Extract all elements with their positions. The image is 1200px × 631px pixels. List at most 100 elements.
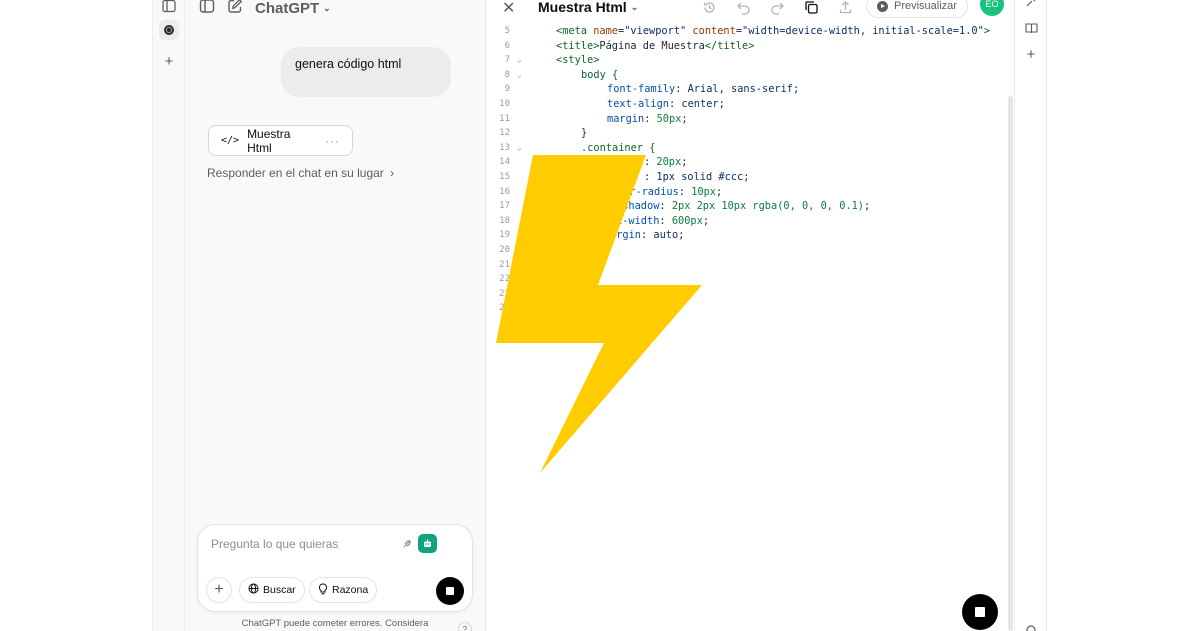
- line-number: 13: [499, 142, 510, 153]
- canvas-title: Muestra Html: [538, 0, 627, 15]
- chevron-down-icon: ⌄: [323, 2, 331, 13]
- code-line: 14: 20px;: [486, 155, 1015, 170]
- user-message: genera código html: [281, 47, 451, 97]
- model-title: ChatGPT: [255, 0, 320, 17]
- composer-extensions: [400, 534, 437, 553]
- code-line: 7 ⌄ <style>: [486, 53, 1015, 68]
- avatar[interactable]: EO: [980, 0, 1004, 16]
- code-line: 22: [486, 272, 1015, 287]
- code-line: 10 text-align: center;: [486, 97, 1015, 112]
- fold-chevron-icon[interactable]: ⌄: [517, 53, 522, 68]
- code-line: 6 <title>Página de Muestra</title>: [486, 39, 1015, 54]
- line-number: 15: [499, 171, 510, 182]
- line-number: 21: [499, 259, 510, 270]
- line-number: 17: [499, 201, 510, 212]
- book-icon[interactable]: [1023, 20, 1039, 36]
- fold-chevron-icon[interactable]: ⌄: [517, 68, 522, 83]
- line-number: 18: [499, 215, 510, 226]
- code-line: 11 margin: 50px;: [486, 112, 1015, 127]
- canvas-stop-button[interactable]: [962, 594, 998, 630]
- left-rail: +: [153, 0, 185, 631]
- disclaimer: ChatGPT puede cometer errores. Considera: [241, 618, 429, 629]
- openai-logo-icon[interactable]: [159, 20, 179, 40]
- respond-link-label: Responder en el chat en su lugar: [207, 166, 384, 180]
- line-number: 11: [499, 113, 510, 124]
- settings-icon[interactable]: [1023, 622, 1039, 631]
- preview-label: Previsualizar: [894, 0, 957, 12]
- model-selector[interactable]: ChatGPT ⌄: [255, 0, 331, 17]
- code-line: 16 er-radius: 10px;: [486, 185, 1015, 200]
- code-line: 15: 1px solid #ccc;: [486, 170, 1015, 185]
- play-icon: [877, 0, 888, 12]
- line-number: 7: [504, 55, 510, 66]
- history-icon[interactable]: [700, 0, 718, 16]
- code-line: 19 argin: auto;: [486, 228, 1015, 243]
- reason-button[interactable]: Razona: [309, 577, 378, 603]
- tools-icon[interactable]: [1023, 0, 1039, 10]
- code-line: 8 ⌄ body {: [486, 68, 1015, 83]
- copy-icon[interactable]: [802, 0, 820, 16]
- more-options-icon[interactable]: ···: [325, 134, 340, 148]
- bot-extension-icon[interactable]: [418, 534, 437, 553]
- composer-input[interactable]: Pregunta lo que quieras: [211, 537, 338, 551]
- code-line: 24: [486, 301, 1015, 316]
- code-editor[interactable]: 5 <meta name="viewport" content="width=de…: [486, 24, 1015, 316]
- code-line: 12}: [486, 126, 1015, 141]
- app-window: + ChatGPT ⌄ genera código html </> Muest…: [153, 0, 1046, 631]
- canvas-chip-button[interactable]: </> Muestra Html ···: [208, 125, 353, 156]
- line-number: 19: [499, 230, 510, 241]
- code-line: 17 -shadow: 2px 2px 10px rgba(0, 0, 0, 0.…: [486, 199, 1015, 214]
- preview-button[interactable]: Previsualizar: [866, 0, 968, 18]
- right-rail: +: [1014, 0, 1046, 631]
- code-line: 18 x-width: 600px;: [486, 214, 1015, 229]
- composer: Pregunta lo que quieras + Buscar Razona: [197, 524, 473, 612]
- close-icon[interactable]: ✕: [502, 0, 515, 18]
- chat-header: ChatGPT ⌄: [199, 0, 331, 20]
- code-line: 13 ⌄ .container {: [486, 141, 1015, 156]
- plus-icon: +: [214, 581, 224, 598]
- attach-button[interactable]: +: [206, 577, 232, 603]
- globe-icon: [248, 583, 259, 597]
- scrollbar[interactable]: [1008, 96, 1013, 631]
- redo-icon[interactable]: [768, 0, 786, 16]
- share-icon[interactable]: [836, 0, 854, 16]
- line-number: 20: [499, 244, 510, 255]
- code-line: 23: [486, 287, 1015, 302]
- chat-panel: ChatGPT ⌄ genera código html </> Muestra…: [185, 0, 485, 631]
- respond-in-chat-link[interactable]: Responder en el chat en su lugar ›: [207, 166, 394, 180]
- reason-label: Razona: [332, 584, 369, 596]
- stop-generating-button[interactable]: [436, 577, 464, 605]
- canvas-panel: ✕ Muestra Html ⌄ Previsualizar EO 5 <met…: [485, 0, 1014, 631]
- plus-icon[interactable]: +: [1023, 46, 1039, 63]
- plus-icon[interactable]: +: [159, 51, 179, 71]
- sidebar-panel-icon[interactable]: [199, 0, 215, 19]
- code-icon: </>: [221, 135, 240, 146]
- help-button[interactable]: ?: [458, 622, 472, 631]
- line-number: 24: [499, 303, 510, 314]
- line-number: 9: [504, 84, 510, 95]
- line-number: 23: [499, 288, 510, 299]
- line-number: 14: [499, 157, 510, 168]
- line-number: 8: [504, 69, 510, 80]
- sidebar-toggle-icon[interactable]: [159, 0, 179, 16]
- chevron-right-icon: ›: [390, 166, 395, 180]
- search-label: Buscar: [263, 584, 296, 596]
- code-line: 5 <meta name="viewport" content="width=de…: [486, 24, 1015, 39]
- fold-chevron-icon[interactable]: ⌄: [517, 141, 522, 156]
- line-number: 22: [499, 274, 510, 285]
- line-number: 16: [499, 186, 510, 197]
- code-line: 21 >: [486, 258, 1015, 273]
- lightbulb-icon: [318, 582, 328, 598]
- feather-icon[interactable]: [400, 537, 414, 551]
- undo-icon[interactable]: [734, 0, 752, 16]
- line-number: 12: [499, 128, 510, 139]
- chevron-down-icon: ⌄: [630, 1, 639, 12]
- code-line: 9 font-family: Arial, sans-serif;: [486, 82, 1015, 97]
- canvas-title-selector[interactable]: Muestra Html ⌄: [538, 0, 638, 15]
- search-button[interactable]: Buscar: [239, 577, 305, 603]
- canvas-header: ✕ Muestra Html ⌄ Previsualizar EO: [486, 0, 1015, 20]
- new-chat-icon[interactable]: [227, 0, 243, 19]
- stop-icon: [975, 607, 985, 617]
- line-number: 5: [504, 26, 510, 36]
- canvas-chip-label: Muestra Html: [247, 126, 291, 155]
